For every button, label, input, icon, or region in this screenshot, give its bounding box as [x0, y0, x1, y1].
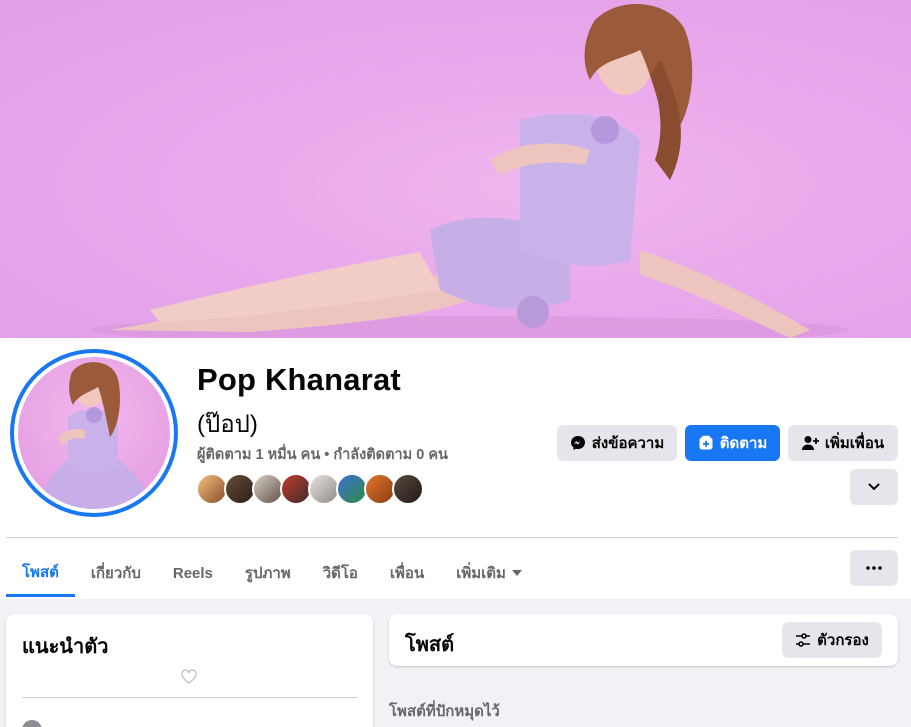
avatar-illustration	[38, 362, 153, 509]
intro-card: แนะนำตัว	[6, 614, 373, 727]
filter-button[interactable]: ตัวกรอง	[782, 622, 882, 658]
tab-label: เกี่ยวกับ	[90, 565, 141, 582]
header-divider	[6, 537, 898, 538]
message-button[interactable]: ส่งข้อความ	[557, 425, 677, 461]
tab-about[interactable]: เกี่ยวกับ	[75, 549, 157, 597]
add-friend-button-label: เพิ่มเพื่อน	[824, 435, 885, 452]
filter-sliders-icon	[796, 633, 811, 647]
posts-card: โพสต์ ตัวกรอง	[389, 614, 898, 666]
profile-alt-name: (ป๊อป)	[197, 411, 258, 438]
cover-illustration	[90, 3, 850, 338]
tab-reels[interactable]: Reels	[157, 549, 229, 597]
mutual-friends-avatars[interactable]	[196, 473, 424, 505]
pinned-posts-label: โพสต์ที่ปักหมุดไว้	[389, 703, 500, 720]
messenger-icon	[570, 436, 585, 450]
info-icon	[22, 720, 42, 727]
tab-label: เพื่อน	[389, 565, 425, 582]
profile-tabs: โพสต์ เกี่ยวกับ Reels รูปภาพ วิดีโอ เพื่…	[6, 549, 538, 599]
follow-icon	[699, 435, 713, 450]
friend-avatar[interactable]	[392, 473, 424, 505]
add-friend-icon	[801, 436, 819, 450]
filter-button-label: ตัวกรอง	[817, 632, 869, 649]
tab-label: Reels	[172, 564, 213, 582]
profile-avatar[interactable]	[10, 349, 178, 517]
follow-button[interactable]: ติดตาม	[685, 425, 780, 461]
posts-title: โพสต์	[405, 634, 455, 656]
tab-label: เพิ่มเติม	[456, 565, 506, 582]
chevron-down-icon	[868, 483, 880, 490]
ellipsis-icon	[866, 566, 882, 570]
tab-label: โพสต์	[22, 563, 59, 581]
tab-photos[interactable]: รูปภาพ	[229, 549, 307, 597]
intro-divider	[22, 697, 357, 698]
follow-button-label: ติดตาม	[719, 435, 768, 452]
tab-more[interactable]: เพิ่มเติม	[440, 549, 538, 597]
profile-name: Pop Khanarat	[197, 362, 401, 397]
expand-button[interactable]	[850, 469, 898, 505]
add-friend-button[interactable]: เพิ่มเพื่อน	[788, 425, 898, 461]
tab-label: รูปภาพ	[244, 565, 291, 582]
heart-icon[interactable]	[181, 669, 197, 684]
caret-down-icon	[511, 570, 522, 576]
intro-title: แนะนำตัว	[22, 636, 109, 658]
more-options-button[interactable]	[850, 550, 898, 586]
tab-posts[interactable]: โพสต์	[6, 549, 75, 597]
cover-photo[interactable]	[0, 0, 911, 338]
follower-counts[interactable]: ผู้ติดตาม 1 หมื่น คน • กำลังติดตาม 0 คน	[197, 443, 448, 466]
tab-videos[interactable]: วิดีโอ	[307, 549, 374, 597]
message-button-label: ส่งข้อความ	[591, 435, 665, 452]
tab-friends[interactable]: เพื่อน	[374, 549, 440, 597]
tab-label: วิดีโอ	[322, 565, 358, 582]
